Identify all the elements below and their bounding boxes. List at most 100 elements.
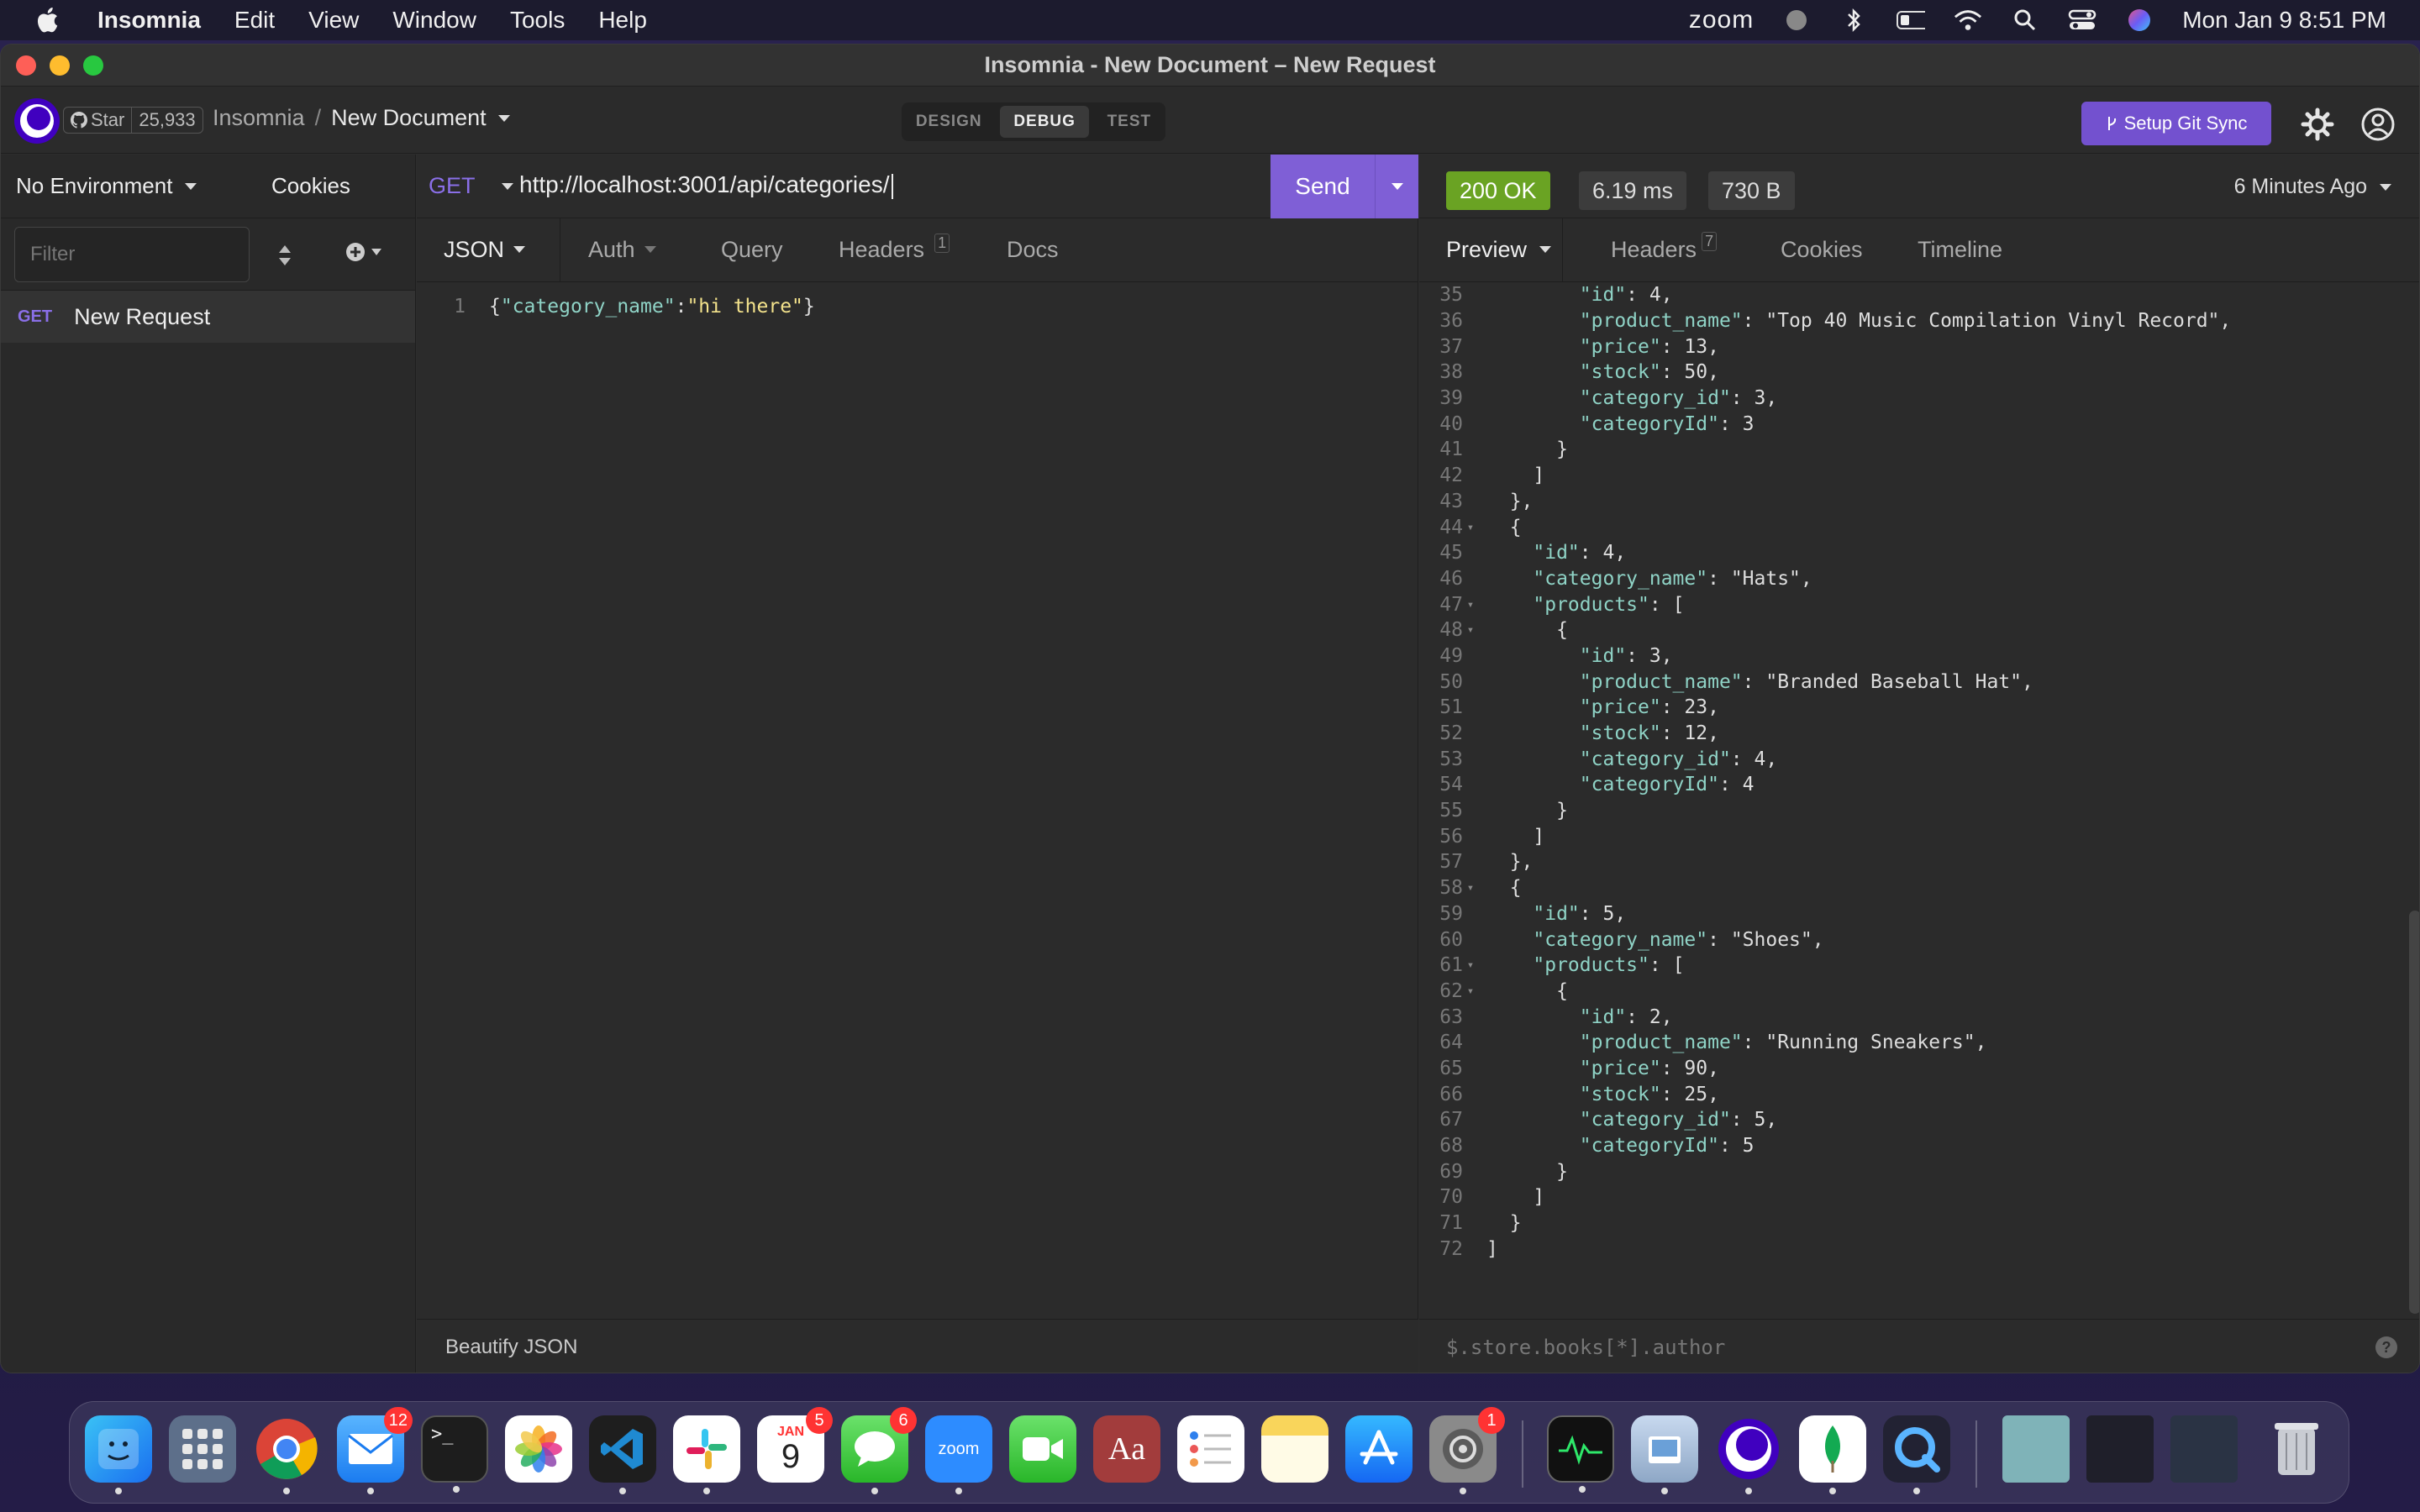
response-preview[interactable]: 35 "id": 4, 36 "product_name": "Top 40 Mu… — [1419, 282, 2411, 1315]
spotlight-search-icon[interactable] — [2011, 8, 2039, 33]
method-dropdown[interactable]: GET — [429, 173, 514, 199]
control-center-icon[interactable] — [2068, 8, 2096, 33]
window-minimize-button[interactable] — [50, 55, 70, 76]
fold-toggle-icon[interactable]: ▾ — [1463, 984, 1478, 998]
environment-dropdown[interactable]: No Environment — [16, 173, 197, 199]
tab-auth[interactable]: Auth — [588, 237, 657, 263]
photos-icon[interactable] — [505, 1415, 572, 1483]
calendar-icon[interactable]: JAN 9 5 — [757, 1407, 833, 1483]
dictionary-icon[interactable]: Aa — [1093, 1415, 1160, 1483]
menu-window[interactable]: Window — [392, 7, 476, 34]
send-button[interactable]: Send — [1270, 155, 1418, 218]
recent-window-thumbnail[interactable] — [2086, 1415, 2154, 1483]
response-filter-input[interactable]: $.store.books[*].author — [1446, 1336, 1725, 1359]
tab-query[interactable]: Query — [721, 237, 783, 263]
fold-toggle-icon[interactable]: ▾ — [1463, 598, 1478, 612]
menu-edit[interactable]: Edit — [234, 7, 275, 34]
environment-row: No Environment Cookies — [1, 155, 415, 218]
sort-icon[interactable] — [271, 240, 298, 270]
bluetooth-icon[interactable] — [1839, 8, 1868, 33]
mongodb-icon[interactable] — [1799, 1415, 1866, 1494]
tab-response-headers[interactable]: Headers 7 — [1611, 232, 1718, 263]
menu-tools[interactable]: Tools — [510, 7, 565, 34]
preview-app-icon[interactable] — [1631, 1415, 1698, 1494]
status-dot-icon[interactable] — [1782, 8, 1811, 33]
quicktime-icon[interactable] — [1883, 1415, 1950, 1494]
dock-separator — [1522, 1420, 1523, 1488]
response-tabs: Preview Headers 7 Cookies Timeline — [1419, 218, 2419, 282]
tab-docs[interactable]: Docs — [1007, 237, 1059, 263]
facetime-icon[interactable] — [1009, 1415, 1076, 1483]
cookies-button[interactable]: Cookies — [271, 173, 350, 199]
window-zoom-button[interactable] — [83, 55, 103, 76]
user-account-icon[interactable] — [2357, 103, 2399, 145]
add-request-button[interactable] — [345, 242, 382, 262]
sidebar-request-item[interactable]: GET New Request — [1, 291, 415, 343]
mode-design-tab[interactable]: DESIGN — [916, 113, 982, 131]
send-options-caret-icon[interactable] — [1375, 155, 1418, 218]
recent-window-thumbnail[interactable] — [2170, 1415, 2238, 1483]
fold-toggle-icon[interactable]: ▾ — [1463, 881, 1478, 895]
notes-icon[interactable] — [1261, 1415, 1328, 1483]
menu-clock[interactable]: Mon Jan 9 8:51 PM — [2182, 7, 2386, 34]
response-line-text: } — [1486, 800, 1568, 822]
activity-monitor-icon[interactable] — [1547, 1415, 1614, 1493]
messages-icon[interactable]: 6 — [841, 1407, 917, 1494]
siri-icon[interactable] — [2125, 8, 2154, 33]
response-line: 64 "product_name": "Running Sneakers", — [1419, 1030, 2411, 1056]
settings-badge: 1 — [1478, 1407, 1505, 1434]
chrome-icon[interactable] — [253, 1415, 320, 1494]
url-input[interactable]: http://localhost:3001/api/categories/ — [519, 171, 893, 199]
insomnia-dock-icon[interactable] — [1715, 1415, 1782, 1494]
menu-view[interactable]: View — [308, 7, 359, 34]
tab-body-json[interactable]: JSON — [444, 237, 526, 263]
app-store-icon[interactable] — [1345, 1415, 1413, 1483]
tab-preview[interactable]: Preview — [1446, 237, 1552, 263]
response-scrollbar[interactable] — [2409, 911, 2419, 1314]
vscode-icon[interactable] — [589, 1415, 656, 1494]
setup-git-sync-button[interactable]: Setup Git Sync — [2081, 102, 2271, 145]
mode-test-tab[interactable]: TEST — [1107, 113, 1152, 131]
filter-input[interactable] — [14, 226, 250, 282]
launchpad-icon[interactable] — [169, 1415, 236, 1483]
beautify-json-button[interactable]: Beautify JSON — [445, 1336, 577, 1359]
response-line: 53 "category_id": 4, — [1419, 746, 2411, 772]
chevron-down-icon[interactable] — [497, 113, 512, 123]
apple-icon[interactable] — [34, 5, 64, 35]
mode-debug-tab[interactable]: DEBUG — [1000, 106, 1089, 138]
system-settings-icon[interactable]: 1 — [1429, 1407, 1505, 1494]
battery-icon[interactable] — [1897, 8, 1926, 33]
url-bar: GET http://localhost:3001/api/categories… — [417, 155, 1418, 218]
insomnia-logo-icon[interactable] — [14, 98, 60, 144]
fold-toggle-icon[interactable]: ▾ — [1463, 623, 1478, 637]
response-line-text: "product_name": "Running Sneakers", — [1579, 1032, 1987, 1054]
breadcrumb-insomnia[interactable]: Insomnia — [213, 105, 305, 131]
mail-icon[interactable]: 12 — [337, 1407, 413, 1494]
fold-toggle-icon[interactable]: ▾ — [1463, 521, 1478, 534]
fold-toggle-icon[interactable]: ▾ — [1463, 958, 1478, 972]
tab-response-cookies[interactable]: Cookies — [1781, 237, 1863, 263]
url-text: http://localhost:3001/api/categories/ — [519, 171, 890, 197]
github-star-button[interactable]: Star 25,933 — [63, 107, 203, 134]
recent-window-thumbnail[interactable] — [2002, 1415, 2070, 1483]
caret-down-icon — [501, 182, 513, 190]
response-line: 69 } — [1419, 1158, 2411, 1184]
terminal-icon[interactable]: >_ — [421, 1415, 488, 1493]
menu-help[interactable]: Help — [598, 7, 647, 34]
response-line: 65 "price": 90, — [1419, 1056, 2411, 1082]
zoom-app-icon[interactable]: zoom — [925, 1415, 992, 1494]
gear-icon[interactable] — [2296, 103, 2338, 145]
breadcrumb-document[interactable]: New Document — [331, 105, 487, 131]
tab-timeline[interactable]: Timeline — [1918, 237, 2002, 263]
reminders-icon[interactable] — [1177, 1415, 1244, 1483]
tab-headers[interactable]: Headers 1 — [839, 234, 950, 263]
help-icon[interactable]: ? — [2375, 1336, 2397, 1358]
response-history-dropdown[interactable]: 6 Minutes Ago — [2234, 175, 2392, 199]
finder-icon[interactable] — [85, 1415, 152, 1494]
window-close-button[interactable] — [16, 55, 36, 76]
menu-app-name[interactable]: Insomnia — [97, 7, 201, 34]
trash-icon[interactable] — [2263, 1415, 2330, 1483]
zoom-menu-extra[interactable]: zoom — [1689, 6, 1754, 34]
slack-icon[interactable] — [673, 1415, 740, 1494]
wifi-icon[interactable] — [1954, 8, 1982, 33]
